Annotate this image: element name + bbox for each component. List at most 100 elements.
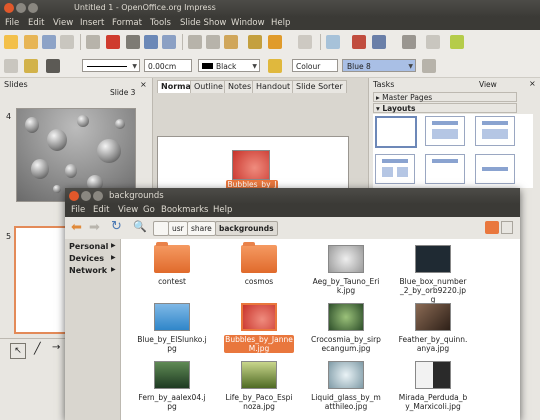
gallery-icon[interactable] (450, 35, 464, 49)
open-icon[interactable] (24, 35, 38, 49)
sidebar-devices[interactable]: Devices (69, 254, 104, 263)
line-style-select[interactable]: ▼ (82, 59, 140, 72)
crumb-backgrounds[interactable]: backgrounds (215, 221, 278, 236)
crumb-usr[interactable]: usr (168, 221, 188, 236)
line-icon[interactable] (24, 59, 38, 73)
arrow-tool-icon[interactable]: → (52, 342, 60, 353)
menu-view[interactable]: View (53, 18, 73, 28)
minimize-button[interactable] (16, 3, 26, 13)
fm-menu-bookmarks[interactable]: Bookmarks (161, 205, 209, 215)
tab-handout[interactable]: Handout (252, 80, 295, 93)
arrow-style-icon[interactable] (46, 59, 60, 73)
personal-expander-icon[interactable]: ▶ (111, 242, 116, 249)
search-icon[interactable]: 🔍 (133, 220, 147, 233)
navigator-icon[interactable] (426, 35, 440, 49)
fill-mode-select[interactable]: Colour (292, 59, 338, 72)
fill-color-select[interactable]: Blue 8 ▼ (342, 59, 416, 72)
spellcheck-icon[interactable] (144, 35, 158, 49)
table-icon[interactable] (352, 35, 366, 49)
drag-thumbnail (232, 150, 270, 180)
new-icon[interactable] (4, 35, 18, 49)
slideshow-icon[interactable] (402, 35, 416, 49)
copy-icon[interactable] (206, 35, 220, 49)
reload-icon[interactable]: ↻ (111, 219, 122, 234)
chart-icon[interactable] (326, 35, 340, 49)
close-pane-icon[interactable]: × (140, 80, 147, 89)
network-expander-icon[interactable]: ▶ (111, 266, 116, 273)
menu-help[interactable]: Help (271, 18, 290, 28)
menu-tools[interactable]: Tools (150, 18, 171, 28)
sidebar-personal[interactable]: Personal (69, 242, 108, 251)
line-color-select[interactable]: Black ▼ (198, 59, 260, 72)
image-icon[interactable] (372, 35, 386, 49)
shadow-icon[interactable] (422, 59, 436, 73)
layout-blank[interactable] (375, 116, 417, 148)
forward-icon[interactable]: ➡ (89, 220, 100, 235)
close-button[interactable] (4, 3, 14, 13)
tab-slide-sorter[interactable]: Slide Sorter (292, 80, 347, 93)
edit-file-icon[interactable] (86, 35, 100, 49)
fm-menu-view[interactable]: View (118, 205, 138, 215)
tasks-view-menu[interactable]: View (479, 80, 497, 89)
icon-view-button[interactable] (485, 221, 499, 234)
window-title: Untitled 1 - OpenOffice.org Impress (74, 3, 216, 12)
line-tool-icon[interactable]: ╱ (34, 342, 41, 355)
fm-menu-go[interactable]: Go (143, 205, 155, 215)
master-pages-section[interactable]: ▸ Master Pages (373, 92, 517, 102)
image-thumbnail-icon (328, 245, 364, 273)
menu-insert[interactable]: Insert (80, 18, 104, 28)
layout-two-content[interactable] (375, 154, 415, 184)
menu-file[interactable]: File (5, 18, 19, 28)
close-tasks-icon[interactable]: × (529, 79, 536, 88)
fm-maximize-button[interactable] (93, 191, 103, 201)
menu-edit[interactable]: Edit (28, 18, 44, 28)
fm-minimize-button[interactable] (81, 191, 91, 201)
master-pages-label: Master Pages (382, 93, 433, 102)
maximize-button[interactable] (28, 3, 38, 13)
sidebar-network[interactable]: Network (69, 266, 107, 275)
cut-icon[interactable] (188, 35, 202, 49)
file-name: Life_by_Paco_Espinoza.jpg (225, 393, 293, 411)
undo-icon[interactable] (268, 35, 282, 49)
slide-number-4: 4 (6, 112, 12, 121)
layout-title-slide[interactable] (425, 116, 465, 146)
devices-expander-icon[interactable]: ▶ (111, 254, 116, 261)
paste-icon[interactable] (224, 35, 238, 49)
select-icon[interactable]: ↖ (10, 343, 26, 359)
fm-menu-file[interactable]: File (71, 205, 85, 215)
email-icon[interactable] (60, 35, 74, 49)
crumb-share[interactable]: share (187, 221, 216, 236)
file-name: Blue_box_number_2_by_orb9220.jpg (399, 277, 467, 304)
layout-centered-text[interactable] (475, 154, 515, 184)
fill-icon[interactable] (268, 59, 282, 73)
location-toggle[interactable] (153, 221, 169, 236)
fm-menu-help[interactable]: Help (213, 205, 232, 215)
clone-format-icon[interactable] (248, 35, 262, 49)
image-thumbnail-icon (241, 303, 277, 331)
fm-close-button[interactable] (69, 191, 79, 201)
layouts-label: Layouts (382, 104, 416, 113)
layout-title-content[interactable] (475, 116, 515, 146)
tab-notes[interactable]: Notes (224, 80, 256, 93)
menu-format[interactable]: Format (112, 18, 142, 28)
print-icon[interactable] (126, 35, 140, 49)
file-name: Liquid_glass_by_matthileo.jpg (311, 393, 381, 411)
menu-slideshow[interactable]: Slide Show (180, 18, 226, 28)
image-thumbnail-icon (415, 361, 451, 389)
fm-menu-edit[interactable]: Edit (93, 205, 109, 215)
tab-outline[interactable]: Outline (190, 80, 227, 93)
folder-icon (154, 242, 190, 273)
autospell-icon[interactable] (162, 35, 176, 49)
redo-icon[interactable] (298, 35, 312, 49)
list-view-button[interactable] (501, 221, 513, 234)
styles-icon[interactable] (4, 59, 18, 73)
back-icon[interactable]: ⬅ (71, 220, 82, 235)
export-pdf-icon[interactable] (106, 35, 120, 49)
file-name: Mirada_Perduda_by_Marxicoli.jpg (398, 393, 468, 411)
layout-title-only[interactable] (425, 154, 465, 184)
file-name: Bubbles_by_JanneM.jpg (224, 335, 294, 353)
save-icon[interactable] (42, 35, 56, 49)
layouts-section[interactable]: ▾ Layouts (373, 103, 517, 113)
line-width-field[interactable]: 0.00cm (144, 59, 192, 72)
menu-window[interactable]: Window (231, 18, 265, 28)
